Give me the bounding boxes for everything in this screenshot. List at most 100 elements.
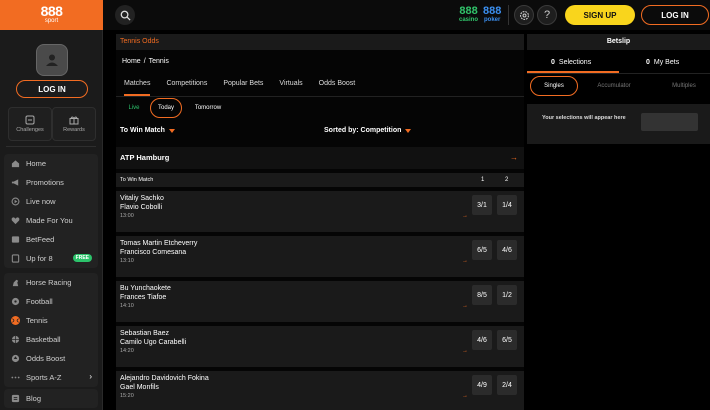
- tab-selections[interactable]: 0 Selections: [551, 54, 591, 70]
- prize-icon: [11, 254, 20, 263]
- sidebar-item-horse-racing[interactable]: Horse Racing: [4, 273, 98, 292]
- search-button[interactable]: [115, 5, 135, 25]
- sidebar: LOG IN Challenges Rewards Home Promotion…: [0, 30, 103, 410]
- player-1-name: Bu Yunchaokete: [120, 285, 171, 292]
- odds-button-1[interactable]: 3/1: [472, 195, 492, 215]
- player-1-name: Sebastian Baez: [120, 330, 170, 337]
- filter-live[interactable]: Live: [120, 98, 148, 118]
- odds-button-1[interactable]: 6/5: [472, 240, 492, 260]
- sort-select[interactable]: Sorted by: Competition: [324, 127, 412, 134]
- more-markets-icon[interactable]: →: [462, 258, 468, 264]
- player-2-name: Gael Monfils: [120, 384, 159, 391]
- help-button[interactable]: ?: [537, 5, 557, 25]
- main-content: Tennis Odds Home / Tennis Matches Compet…: [116, 34, 524, 410]
- breadcrumb: Home / Tennis: [122, 58, 169, 65]
- my-bets-count: 0: [646, 58, 650, 66]
- sidebar-item-football[interactable]: Football: [4, 292, 98, 311]
- odds-button-1[interactable]: 4/9: [472, 375, 492, 395]
- market-select[interactable]: To Win Match: [120, 127, 175, 134]
- page-title: Tennis Odds: [116, 34, 524, 50]
- more-markets-icon[interactable]: →: [462, 348, 468, 354]
- tab-odds-boost[interactable]: Odds Boost: [311, 78, 364, 96]
- match-time: 14:10: [120, 303, 134, 309]
- bet-type-multiples[interactable]: Multiples: [661, 76, 707, 96]
- player-1-name: Vitaliy Sachko: [120, 195, 164, 202]
- signup-button[interactable]: SIGN UP: [565, 5, 635, 25]
- casino-link[interactable]: 888 casino: [459, 5, 478, 24]
- avatar[interactable]: [36, 44, 68, 76]
- rewards-label: Rewards: [63, 127, 85, 133]
- tab-popular-bets[interactable]: Popular Bets: [215, 78, 271, 96]
- sidebar-group-extra: Blog: [4, 389, 98, 408]
- odds-button-2[interactable]: 2/4: [497, 375, 517, 395]
- odds-button-2[interactable]: 4/6: [497, 240, 517, 260]
- rewards-tile[interactable]: Rewards: [52, 107, 96, 141]
- odds-button-2[interactable]: 6/5: [497, 330, 517, 350]
- empty-message: Your selections will appear here: [542, 115, 626, 121]
- football-icon: [11, 297, 20, 306]
- megaphone-icon: [11, 178, 20, 187]
- sidebar-login-button[interactable]: LOG IN: [16, 80, 88, 98]
- basketball-icon: [11, 335, 20, 344]
- sidebar-item-basketball[interactable]: Basketball: [4, 330, 98, 349]
- caret-down-icon: [168, 128, 175, 133]
- challenges-tile[interactable]: Challenges: [8, 107, 52, 141]
- breadcrumb-home[interactable]: Home: [122, 58, 141, 65]
- match-row[interactable]: Alejandro Davidovich Fokina Gael Monfils…: [116, 371, 524, 410]
- market-header-label: To Win Match: [120, 177, 154, 183]
- live-icon: [11, 197, 20, 206]
- more-markets-icon[interactable]: →: [462, 213, 468, 219]
- odds-button-1[interactable]: 4/6: [472, 330, 492, 350]
- betslip-empty-state: Your selections will appear here: [527, 104, 710, 144]
- match-row[interactable]: Bu Yunchaokete Frances Tiafoe 14:10 → 8/…: [116, 281, 524, 322]
- sidebar-item-label: Tennis: [26, 316, 48, 325]
- match-row[interactable]: Vitaliy Sachko Flavio Cobolli 13:00 → 3/…: [116, 191, 524, 232]
- sidebar-item-promotions[interactable]: Promotions: [4, 173, 98, 192]
- tab-virtuals[interactable]: Virtuals: [271, 78, 310, 96]
- sidebar-item-label: Basketball: [26, 335, 61, 344]
- more-markets-icon[interactable]: →: [462, 393, 468, 399]
- sidebar-item-label: Live now: [26, 197, 56, 206]
- sidebar-item-odds-boost[interactable]: Odds Boost: [4, 349, 98, 368]
- sidebar-item-sports-a-z[interactable]: Sports A-Z ›: [4, 368, 98, 387]
- bet-type-singles[interactable]: Singles: [530, 76, 578, 96]
- 888sport-logo[interactable]: 888 sport: [0, 0, 103, 30]
- sort-select-label: Sorted by: Competition: [324, 127, 402, 134]
- tournament-name: ATP Hamburg: [120, 153, 170, 162]
- bet-type-accumulator[interactable]: Accumulator: [589, 76, 639, 96]
- sidebar-item-tennis[interactable]: Tennis: [4, 311, 98, 330]
- sidebar-item-label: Promotions: [26, 178, 64, 187]
- sidebar-divider: [6, 146, 96, 147]
- odds-button-1[interactable]: 8/5: [472, 285, 492, 305]
- sidebar-item-made-for-you[interactable]: Made For You: [4, 211, 98, 230]
- breadcrumb-current: Tennis: [148, 58, 169, 65]
- caret-down-icon: [405, 128, 412, 133]
- logo-text: 888: [40, 3, 63, 19]
- sidebar-item-label: Blog: [26, 394, 42, 403]
- filter-today[interactable]: Today: [150, 98, 182, 118]
- sidebar-item-label: Football: [26, 297, 53, 306]
- horse-icon: [11, 278, 20, 287]
- sidebar-item-up-for-8[interactable]: Up for 8 FREE: [4, 249, 98, 268]
- odds-button-2[interactable]: 1/4: [497, 195, 517, 215]
- sidebar-item-home[interactable]: Home: [4, 154, 98, 173]
- tab-competitions[interactable]: Competitions: [158, 78, 215, 96]
- sidebar-item-label: Home: [26, 159, 47, 168]
- login-button[interactable]: LOG IN: [641, 5, 709, 25]
- tab-matches[interactable]: Matches: [116, 78, 158, 96]
- odds-button-2[interactable]: 1/2: [497, 285, 517, 305]
- my-bets-label: My Bets: [653, 58, 680, 66]
- more-markets-icon[interactable]: →: [462, 303, 468, 309]
- arrow-right-icon: →: [510, 153, 518, 162]
- filter-tomorrow[interactable]: Tomorrow: [188, 98, 228, 118]
- match-row[interactable]: Tomas Martin Etcheverry Francisco Comesa…: [116, 236, 524, 277]
- sidebar-item-blog[interactable]: Blog: [4, 389, 98, 408]
- match-row[interactable]: Sebastian Baez Camilo Ugo Carabelli 14:2…: [116, 326, 524, 367]
- sidebar-item-betfeed[interactable]: BetFeed: [4, 230, 98, 249]
- sidebar-item-live-now[interactable]: Live now: [4, 192, 98, 211]
- tab-my-bets[interactable]: 0 My Bets: [646, 54, 679, 70]
- tournament-header[interactable]: ATP Hamburg →: [116, 147, 524, 169]
- settings-button[interactable]: [514, 5, 534, 25]
- market-select-label: To Win Match: [120, 127, 165, 134]
- poker-link[interactable]: 888 poker: [483, 5, 501, 24]
